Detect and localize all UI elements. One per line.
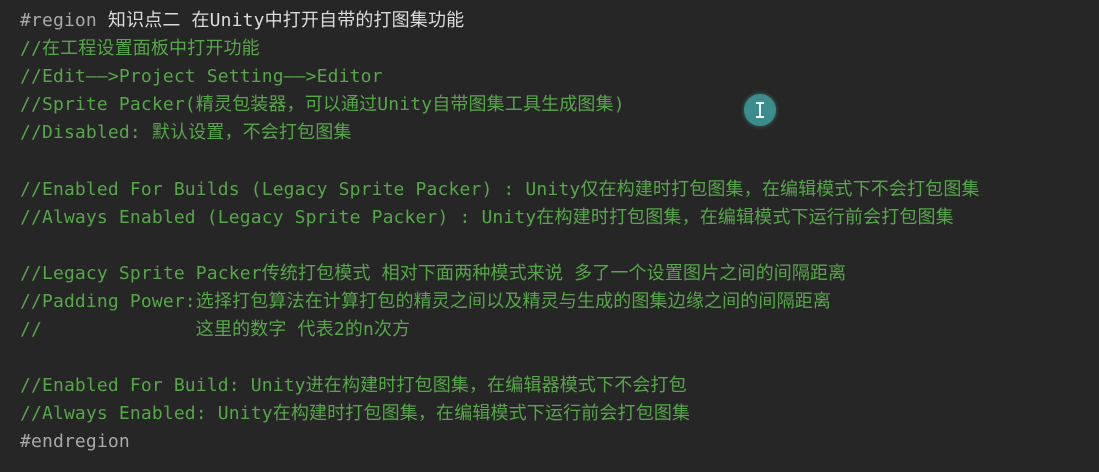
code-line-comment: // 这里的数字 代表2的n次方	[20, 319, 411, 341]
code-line-comment: //Padding Power:选择打包算法在计算打包的精灵之间以及精灵与生成的…	[20, 290, 832, 312]
code-line-comment: //Legacy Sprite Packer传统打包模式 相对下面两种模式来说 …	[20, 262, 847, 284]
code-line-endregion: #endregion	[20, 431, 130, 453]
code-line-region: #region 知识点二 在Unity中打开自带的打图集功能	[20, 7, 1099, 35]
code-line-comment: //在工程设置面板中打开功能	[20, 38, 260, 60]
code-line-comment: //Disabled: 默认设置，不会打包图集	[20, 122, 352, 144]
region-name: 知识点二 在Unity中打开自带的打图集功能	[107, 10, 465, 31]
code-line-comment: //Always Enabled: Unity在构建时打包图集，在编辑模式下运行…	[20, 403, 691, 425]
text-cursor-icon	[744, 94, 776, 126]
code-line-comment: //Sprite Packer(精灵包装器，可以通过Unity自带图集工具生成图…	[20, 94, 625, 116]
code-editor[interactable]: #region 知识点二 在Unity中打开自带的打图集功能 //在工程设置面板…	[0, 0, 1099, 472]
code-line-comment: //Enabled For Build: Unity进在构建时打包图集，在编辑器…	[20, 375, 687, 397]
code-line-comment: //Edit——>Project Setting——>Editor	[20, 66, 383, 88]
region-keyword: #region	[20, 10, 97, 31]
code-lines: #region 知识点二 在Unity中打开自带的打图集功能 //在工程设置面板…	[20, 7, 1099, 457]
code-line-comment: //Always Enabled (Legacy Sprite Packer) …	[20, 206, 954, 228]
code-line-comment: //Enabled For Builds (Legacy Sprite Pack…	[20, 178, 980, 200]
